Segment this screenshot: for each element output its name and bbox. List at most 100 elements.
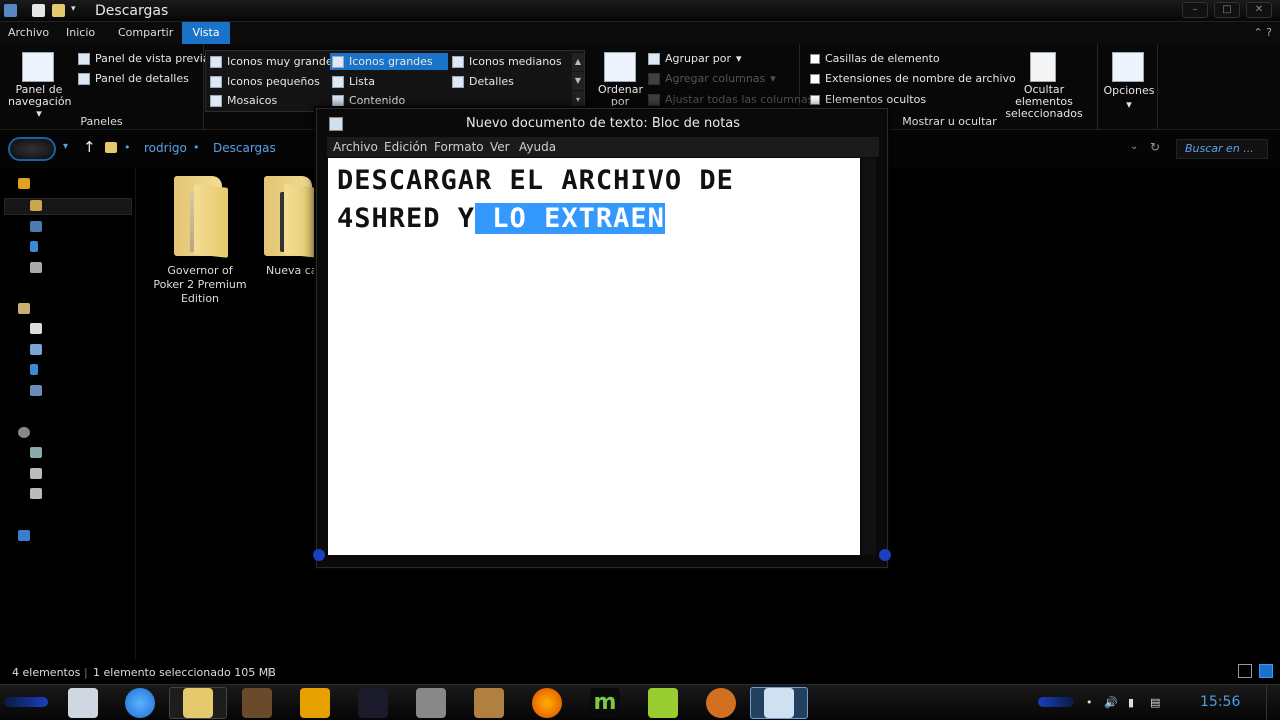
nav-folder-icon[interactable] <box>30 200 42 211</box>
bioshock-icon[interactable] <box>474 688 504 718</box>
hidden-items-check[interactable] <box>810 94 820 105</box>
layout-tiles[interactable]: Mosaicos <box>210 94 277 107</box>
documents-icon[interactable] <box>30 323 42 334</box>
hash-tool-icon[interactable] <box>648 688 678 718</box>
file-extensions-check[interactable] <box>810 73 820 84</box>
show-hidden-icons-icon[interactable]: • <box>1086 696 1098 709</box>
notepad-text-area[interactable]: DESCARGAR EL ARCHIVO DE 4SHRED Y LO EXTR… <box>328 158 860 555</box>
menu-ayuda[interactable]: Ayuda <box>519 140 556 154</box>
maximize-button[interactable]: □ <box>1214 2 1240 18</box>
sort-by-button[interactable]: Ordenar por <box>598 84 643 108</box>
tab-archivo[interactable]: Archivo <box>0 22 57 44</box>
back-forward-buttons[interactable] <box>8 137 56 161</box>
address-dropdown-icon[interactable]: ⌄ <box>1130 141 1138 152</box>
recent-locations-icon[interactable]: ▾ <box>63 141 68 152</box>
layout-large-icons[interactable]: Iconos grandes <box>330 53 448 70</box>
details-pane-label: Panel de detalles <box>95 72 189 85</box>
menu-edicion[interactable]: Edición <box>384 140 427 154</box>
options-button[interactable]: Opciones ▾ <box>1102 84 1156 112</box>
details-pane-button[interactable]: Panel de detalles <box>78 72 189 85</box>
tab-inicio[interactable]: Inicio <box>58 22 103 44</box>
layout-medium-icons[interactable]: Iconos medianos <box>452 55 562 68</box>
drive-d-icon[interactable] <box>30 468 42 479</box>
homegroup-icon[interactable] <box>18 427 30 438</box>
videos-icon[interactable] <box>30 385 42 396</box>
music-icon[interactable] <box>30 241 38 252</box>
up-arrow-icon[interactable]: ↑ <box>83 138 96 156</box>
desktop-icon[interactable] <box>68 688 98 718</box>
preview-pane-button[interactable]: Panel de vista previa <box>78 52 210 65</box>
network-icon[interactable]: ▤ <box>1150 696 1162 709</box>
nav-selected-item[interactable] <box>4 198 132 215</box>
details-view-icon[interactable] <box>1238 664 1252 678</box>
properties-icon[interactable] <box>32 4 45 17</box>
gallery-up-icon[interactable]: ▲ <box>572 53 584 71</box>
minimize-button[interactable]: – <box>1182 2 1208 18</box>
resident-evil-icon[interactable] <box>358 688 388 718</box>
tab-compartir[interactable]: Compartir <box>110 22 181 44</box>
power-icon[interactable]: ▮ <box>1128 696 1140 709</box>
notepad-icon[interactable] <box>764 688 794 718</box>
recent-places-icon[interactable] <box>30 262 42 273</box>
layout-details[interactable]: Detalles <box>452 75 514 88</box>
new-folder-icon[interactable] <box>52 4 65 17</box>
breadcrumb-separator-icon[interactable]: • <box>124 141 131 154</box>
music-icon[interactable] <box>30 364 38 375</box>
clock[interactable]: 15:56 <box>1200 694 1240 710</box>
game-knight-icon[interactable] <box>242 688 272 718</box>
breadcrumb-separator-icon[interactable]: • <box>193 141 200 154</box>
libraries-icon[interactable] <box>18 303 30 314</box>
mafia-m-icon[interactable] <box>300 688 330 718</box>
layout-list-label: Lista <box>349 75 375 88</box>
item-checkboxes-toggle[interactable]: Casillas de elemento <box>810 52 940 65</box>
gallery-down-icon[interactable]: ▼ <box>572 72 584 90</box>
volume-icon[interactable]: 🔊 <box>1104 696 1118 709</box>
folder-icon[interactable] <box>4 4 17 17</box>
menu-ver[interactable]: Ver <box>490 140 510 154</box>
add-columns-button[interactable]: Agregar columnas ▾ <box>648 72 776 85</box>
options-icon[interactable] <box>1112 52 1144 82</box>
layout-small-icons[interactable]: Iconos pequeños <box>210 75 320 88</box>
search-input[interactable]: Buscar en ... <box>1176 139 1268 159</box>
refresh-icon[interactable]: ↻ <box>1150 140 1160 154</box>
large-icons-view-icon[interactable] <box>1259 664 1273 678</box>
drive-c-icon[interactable] <box>30 447 42 458</box>
item-checkboxes-check[interactable] <box>810 53 820 64</box>
close-button[interactable]: ✕ <box>1246 2 1272 18</box>
file-item[interactable]: Nueva carp <box>252 172 322 278</box>
network-icon[interactable] <box>18 530 30 541</box>
breadcrumb-descargas[interactable]: Descargas <box>213 141 276 155</box>
navigation-pane-label: Panel de navegación <box>8 83 72 108</box>
movistar-icon[interactable]: m <box>590 688 620 718</box>
file-item[interactable]: Governor of Poker 2 Premium Edition <box>152 172 248 306</box>
ghost-soldier-icon[interactable] <box>416 688 446 718</box>
navigation-pane <box>0 168 136 660</box>
desktop-icon[interactable] <box>30 221 42 232</box>
navigation-pane-icon[interactable] <box>22 52 54 82</box>
fit-columns-button[interactable]: Ajustar todas las columnas <box>648 93 813 106</box>
notepad-scrollbar[interactable] <box>862 158 876 555</box>
favorites-star-icon[interactable] <box>18 178 30 189</box>
tab-vista[interactable]: Vista <box>182 22 230 44</box>
file-extensions-toggle[interactable]: Extensiones de nombre de archivo <box>810 72 1016 85</box>
layout-list[interactable]: Lista <box>332 75 375 88</box>
help-icon[interactable]: ⌃ ? <box>1253 26 1272 39</box>
hidden-items-toggle[interactable]: Elementos ocultos <box>810 93 926 106</box>
gallery-more-icon[interactable]: ▾ <box>572 91 584 109</box>
layout-content[interactable]: Contenido <box>332 94 405 107</box>
menu-formato[interactable]: Formato <box>434 140 484 154</box>
drive-e-icon[interactable] <box>30 488 42 499</box>
menu-archivo[interactable]: Archivo <box>333 140 378 154</box>
layout-extra-large-icons[interactable]: Iconos muy grandes <box>210 55 338 68</box>
file-explorer-icon[interactable] <box>183 688 213 718</box>
sort-icon[interactable] <box>604 52 636 82</box>
firefox-icon[interactable] <box>532 688 562 718</box>
breadcrumb-rodrigo[interactable]: rodrigo <box>144 141 187 155</box>
pictures-icon[interactable] <box>30 344 42 355</box>
hide-selected-icon[interactable] <box>1030 52 1056 82</box>
chevron-down-icon[interactable]: ▾ <box>71 4 80 17</box>
internet-explorer-icon[interactable] <box>125 688 155 718</box>
group-by-button[interactable]: Agrupar por ▾ <box>648 52 742 65</box>
show-desktop-button[interactable] <box>1266 685 1280 720</box>
poker-hand-icon[interactable] <box>706 688 736 718</box>
